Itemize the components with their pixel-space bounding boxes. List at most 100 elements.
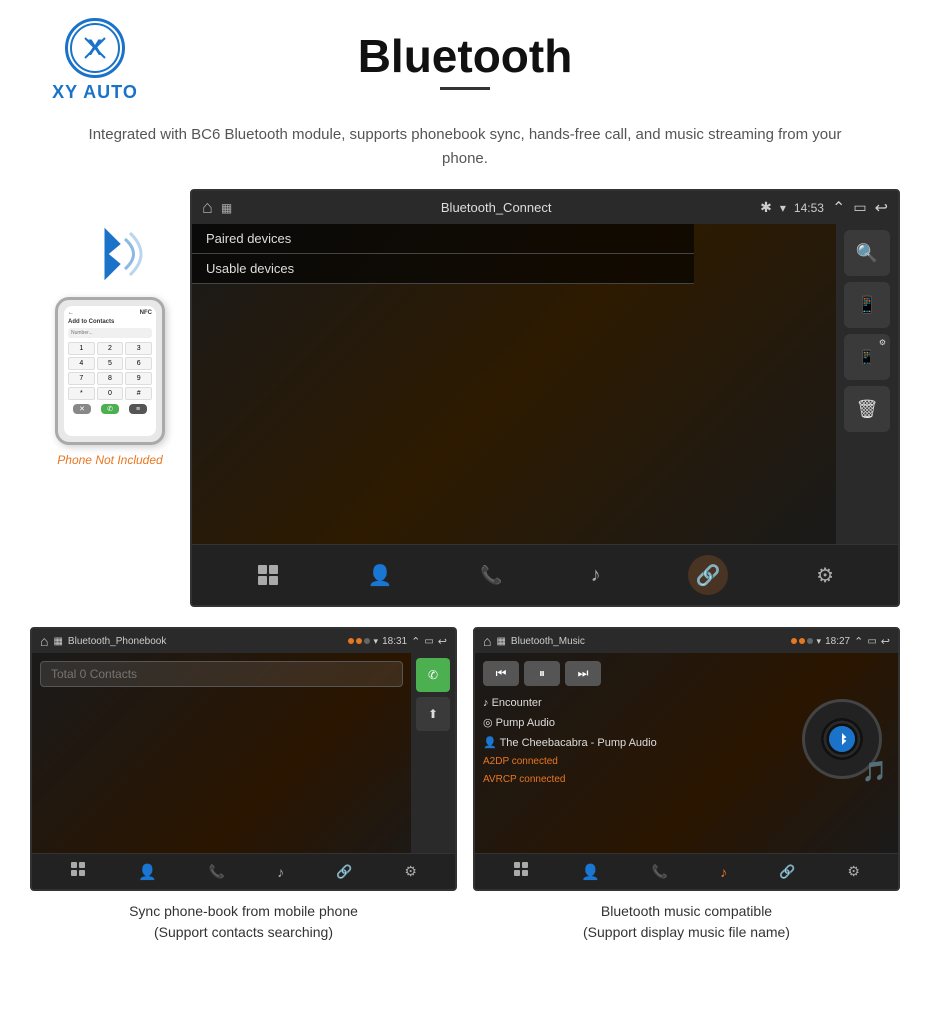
home-icon[interactable]: ⌂	[202, 197, 213, 218]
car-time: 14:53	[794, 201, 824, 215]
usable-devices-item[interactable]: Usable devices	[192, 254, 694, 284]
pb-expand-icon[interactable]: ⌃	[411, 635, 420, 648]
ms-home-icon[interactable]: ⌂	[483, 633, 491, 649]
ms-call-icon[interactable]: 📞	[652, 864, 668, 880]
ms-back-icon[interactable]: ↩	[881, 635, 890, 648]
ms-contacts-icon[interactable]: 👤	[581, 863, 600, 881]
pb-music-icon[interactable]: ♪	[277, 864, 284, 880]
main-car-screen: ⌂ ▦ Bluetooth_Connect ✱ ▾ 14:53 ⌃ ▭ ↩ Pa…	[190, 189, 900, 607]
phonebook-block: ⌂ ▦ Bluetooth_Phonebook ▾ 18:31 ⌃ ▭ ↩	[30, 627, 457, 943]
car-main-area: Paired devices Usable devices	[192, 224, 836, 544]
sd-icon: ▦	[221, 201, 232, 215]
play-pause-button[interactable]: ⏸	[524, 661, 560, 686]
track1-name: Encounter	[492, 697, 542, 709]
phonebook-screen: ⌂ ▦ Bluetooth_Phonebook ▾ 18:31 ⌃ ▭ ↩	[30, 627, 457, 891]
expand-icon[interactable]: ⌃	[832, 198, 845, 218]
bluetooth-vinyl-icon	[829, 726, 855, 752]
pb-window-icon[interactable]: ▭	[424, 636, 433, 647]
music-note-icon: 🎵	[862, 759, 887, 784]
ms-wifi-icon: ▾	[817, 636, 822, 647]
ms-window-icon[interactable]: ▭	[867, 636, 876, 647]
bluetooth-status-icon: ✱	[760, 199, 772, 216]
phone-button[interactable]: 📱	[844, 282, 890, 328]
track3-icon: 👤	[483, 737, 500, 749]
phonebook-main	[32, 653, 411, 853]
phonebook-content: ✆ ⬆	[32, 653, 455, 853]
grid-icon[interactable]	[256, 563, 280, 587]
ms-music-icon[interactable]: ♪	[720, 864, 727, 880]
pb-back-icon[interactable]: ↩	[438, 635, 447, 648]
title-underline	[440, 87, 490, 90]
pb-contacts-icon[interactable]: 👤	[138, 863, 157, 881]
pb-call-btn[interactable]: ✆	[416, 658, 450, 692]
brand-name: XY AUTO	[52, 82, 138, 103]
pb-home-icon[interactable]: ⌂	[40, 633, 48, 649]
contacts-icon[interactable]: 👤	[368, 563, 393, 588]
music-caption: Bluetooth music compatible (Support disp…	[473, 901, 900, 943]
album-art: 🎵	[802, 699, 882, 779]
music-icon[interactable]: ♪	[591, 564, 601, 587]
pb-call-icon[interactable]: 📞	[209, 864, 225, 880]
page-subtitle: Integrated with BC6 Bluetooth module, su…	[0, 113, 930, 189]
track2-name: Pump Audio	[496, 717, 555, 729]
track3-name: The Cheebacabra - Pump Audio	[500, 737, 657, 749]
pb-settings-icon[interactable]: ⚙	[404, 863, 417, 880]
ms-time: 18:27	[825, 636, 850, 647]
ms-app-title: Bluetooth_Music	[511, 636, 585, 647]
pb-app-title: Bluetooth_Phonebook	[68, 636, 166, 647]
call-icon[interactable]: 📞	[480, 565, 502, 586]
settings-icon[interactable]: ⚙	[816, 563, 834, 588]
pb-upload-btn[interactable]: ⬆	[416, 697, 450, 731]
phonebook-caption: Sync phone-book from mobile phone (Suppo…	[30, 901, 457, 943]
paired-devices-item[interactable]: Paired devices	[192, 224, 694, 254]
pb-wifi-icon: ▾	[374, 636, 379, 647]
ms-expand-icon[interactable]: ⌃	[854, 635, 863, 648]
main-screen-wrapper: ← NFC Add to Contacts Number... 123 456 …	[0, 189, 930, 607]
pb-sd-icon: ▦	[53, 636, 62, 647]
ms-grid-icon[interactable]	[513, 861, 529, 882]
phone-settings-button[interactable]: 📱⚙	[844, 334, 890, 380]
logo-icon: X	[65, 18, 125, 78]
contacts-search[interactable]	[40, 661, 403, 687]
wifi-icon: ▾	[780, 201, 786, 215]
phonebook-top-bar: ⌂ ▦ Bluetooth_Phonebook ▾ 18:31 ⌃ ▭ ↩	[32, 629, 455, 653]
search-button[interactable]: 🔍	[844, 230, 890, 276]
music-top-bar: ⌂ ▦ Bluetooth_Music ▾ 18:27 ⌃ ▭ ↩	[475, 629, 898, 653]
car-content: Paired devices Usable devices 🔍 📱 📱⚙ 🗑	[192, 224, 898, 544]
music-block: ⌂ ▦ Bluetooth_Music ▾ 18:27 ⌃ ▭ ↩	[473, 627, 900, 943]
track1-icon: ♪	[483, 697, 492, 709]
car-status-bar: ✱ ▾ 14:53 ⌃ ▭ ↩	[760, 198, 888, 218]
window-icon[interactable]: ▭	[853, 199, 866, 216]
pb-signal	[348, 638, 370, 644]
title-area: Bluetooth	[160, 31, 770, 91]
forward-button[interactable]: ⏭	[565, 661, 601, 686]
phone-not-included-label: Phone Not Included	[57, 453, 162, 467]
pb-link-icon[interactable]: 🔗	[336, 864, 352, 880]
back-icon[interactable]: ↩	[875, 198, 888, 218]
music-screen: ⌂ ▦ Bluetooth_Music ▾ 18:27 ⌃ ▭ ↩	[473, 627, 900, 891]
ms-signal	[791, 638, 813, 644]
pb-time: 18:31	[382, 636, 407, 647]
logo-area: X XY AUTO	[30, 18, 160, 103]
rewind-button[interactable]: ⏮	[483, 661, 519, 686]
car-sidebar: 🔍 📱 📱⚙ 🗑	[836, 224, 898, 544]
pb-grid-icon[interactable]	[70, 861, 86, 882]
car-top-bar: ⌂ ▦ Bluetooth_Connect ✱ ▾ 14:53 ⌃ ▭ ↩	[192, 191, 898, 224]
phonebook-bottom-nav: 👤 📞 ♪ 🔗 ⚙	[32, 853, 455, 889]
device-list: Paired devices Usable devices	[192, 224, 694, 284]
ms-settings-icon[interactable]: ⚙	[847, 863, 860, 880]
link-icon[interactable]: 🔗	[688, 555, 728, 595]
ms-sd-icon: ▦	[496, 636, 505, 647]
delete-button[interactable]: 🗑	[844, 386, 890, 432]
music-bottom-nav: 👤 📞 ♪ 🔗 ⚙	[475, 853, 898, 889]
car-nav-icons: ⌂ ▦	[202, 197, 232, 218]
phone-screen: ← NFC Add to Contacts Number... 123 456 …	[64, 306, 156, 436]
ms-link-icon[interactable]: 🔗	[779, 864, 795, 880]
bluetooth-signal-icon	[70, 219, 150, 289]
car-app-title: Bluetooth_Connect	[441, 200, 552, 215]
music-main: ⏮ ⏸ ⏭	[475, 653, 898, 853]
phone-aside: ← NFC Add to Contacts Number... 123 456 …	[30, 189, 190, 467]
phone-keypad: 123 456 789 *0#	[68, 342, 152, 400]
phonebook-sidebar: ✆ ⬆	[411, 653, 455, 853]
car-bottom-nav: 👤 📞 ♪ 🔗 ⚙	[192, 544, 898, 605]
